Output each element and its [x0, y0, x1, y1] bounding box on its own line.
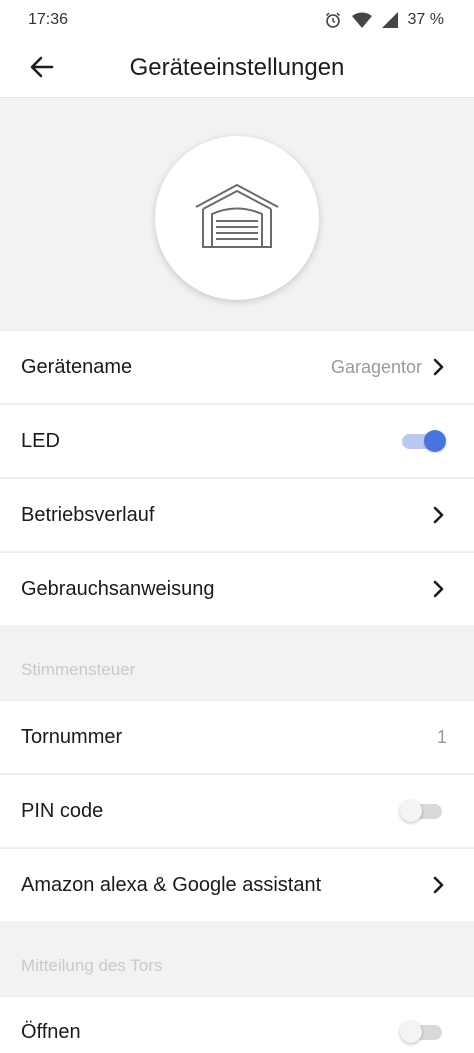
garage-door-icon: [192, 181, 282, 256]
pin-code-label: PIN code: [21, 799, 104, 822]
voice-section-header: Stimmensteuer: [0, 626, 474, 700]
led-toggle[interactable]: [400, 429, 446, 453]
chevron-right-icon: [432, 506, 444, 524]
gate-number-value: 1: [436, 726, 447, 747]
status-time: 17:36: [28, 11, 69, 28]
led-toggle-knob: [424, 430, 446, 452]
battery-text: 37 %: [407, 11, 444, 28]
page-title: Geräteeinstellungen: [129, 54, 345, 81]
notification-section-header: Mitteilung des Tors: [0, 922, 474, 996]
history-label: Betriebsverlauf: [21, 503, 155, 526]
device-name-label: Gerätename: [21, 355, 133, 378]
device-avatar: [155, 136, 319, 300]
status-icons: 37 %: [324, 11, 444, 29]
gate-number-label: Tornummer: [21, 725, 123, 748]
manual-label: Gebrauchsanweisung: [21, 577, 215, 600]
chevron-right-icon: [432, 580, 444, 598]
assistants-row[interactable]: Amazon alexa & Google assistant: [0, 848, 474, 921]
signal-icon: [381, 12, 398, 28]
led-label: LED: [21, 429, 60, 452]
history-row[interactable]: Betriebsverlauf: [0, 478, 474, 551]
open-label: Öffnen: [21, 1021, 81, 1043]
status-bar: 17:36 37 %: [0, 0, 474, 40]
app-bar: Geräteeinstellungen: [0, 40, 474, 98]
pin-code-toggle[interactable]: [400, 799, 444, 823]
device-name-row[interactable]: Gerätename Garagentor: [0, 330, 474, 403]
led-row: LED: [0, 404, 474, 477]
open-toggle[interactable]: [400, 1020, 444, 1044]
alarm-icon: [324, 11, 342, 29]
open-toggle-knob: [400, 1021, 422, 1043]
device-name-value: Garagentor: [330, 356, 422, 377]
wifi-icon: [351, 12, 372, 28]
chevron-right-icon: [432, 876, 444, 894]
assistants-label: Amazon alexa & Google assistant: [21, 873, 322, 896]
gate-number-row[interactable]: Tornummer 1: [0, 700, 474, 773]
chevron-right-icon: [432, 358, 444, 376]
pin-code-toggle-knob: [400, 800, 422, 822]
pin-code-row: PIN code: [0, 774, 474, 847]
manual-row[interactable]: Gebrauchsanweisung: [0, 552, 474, 625]
device-hero: [0, 98, 474, 330]
open-row: Öffnen: [0, 996, 474, 1053]
